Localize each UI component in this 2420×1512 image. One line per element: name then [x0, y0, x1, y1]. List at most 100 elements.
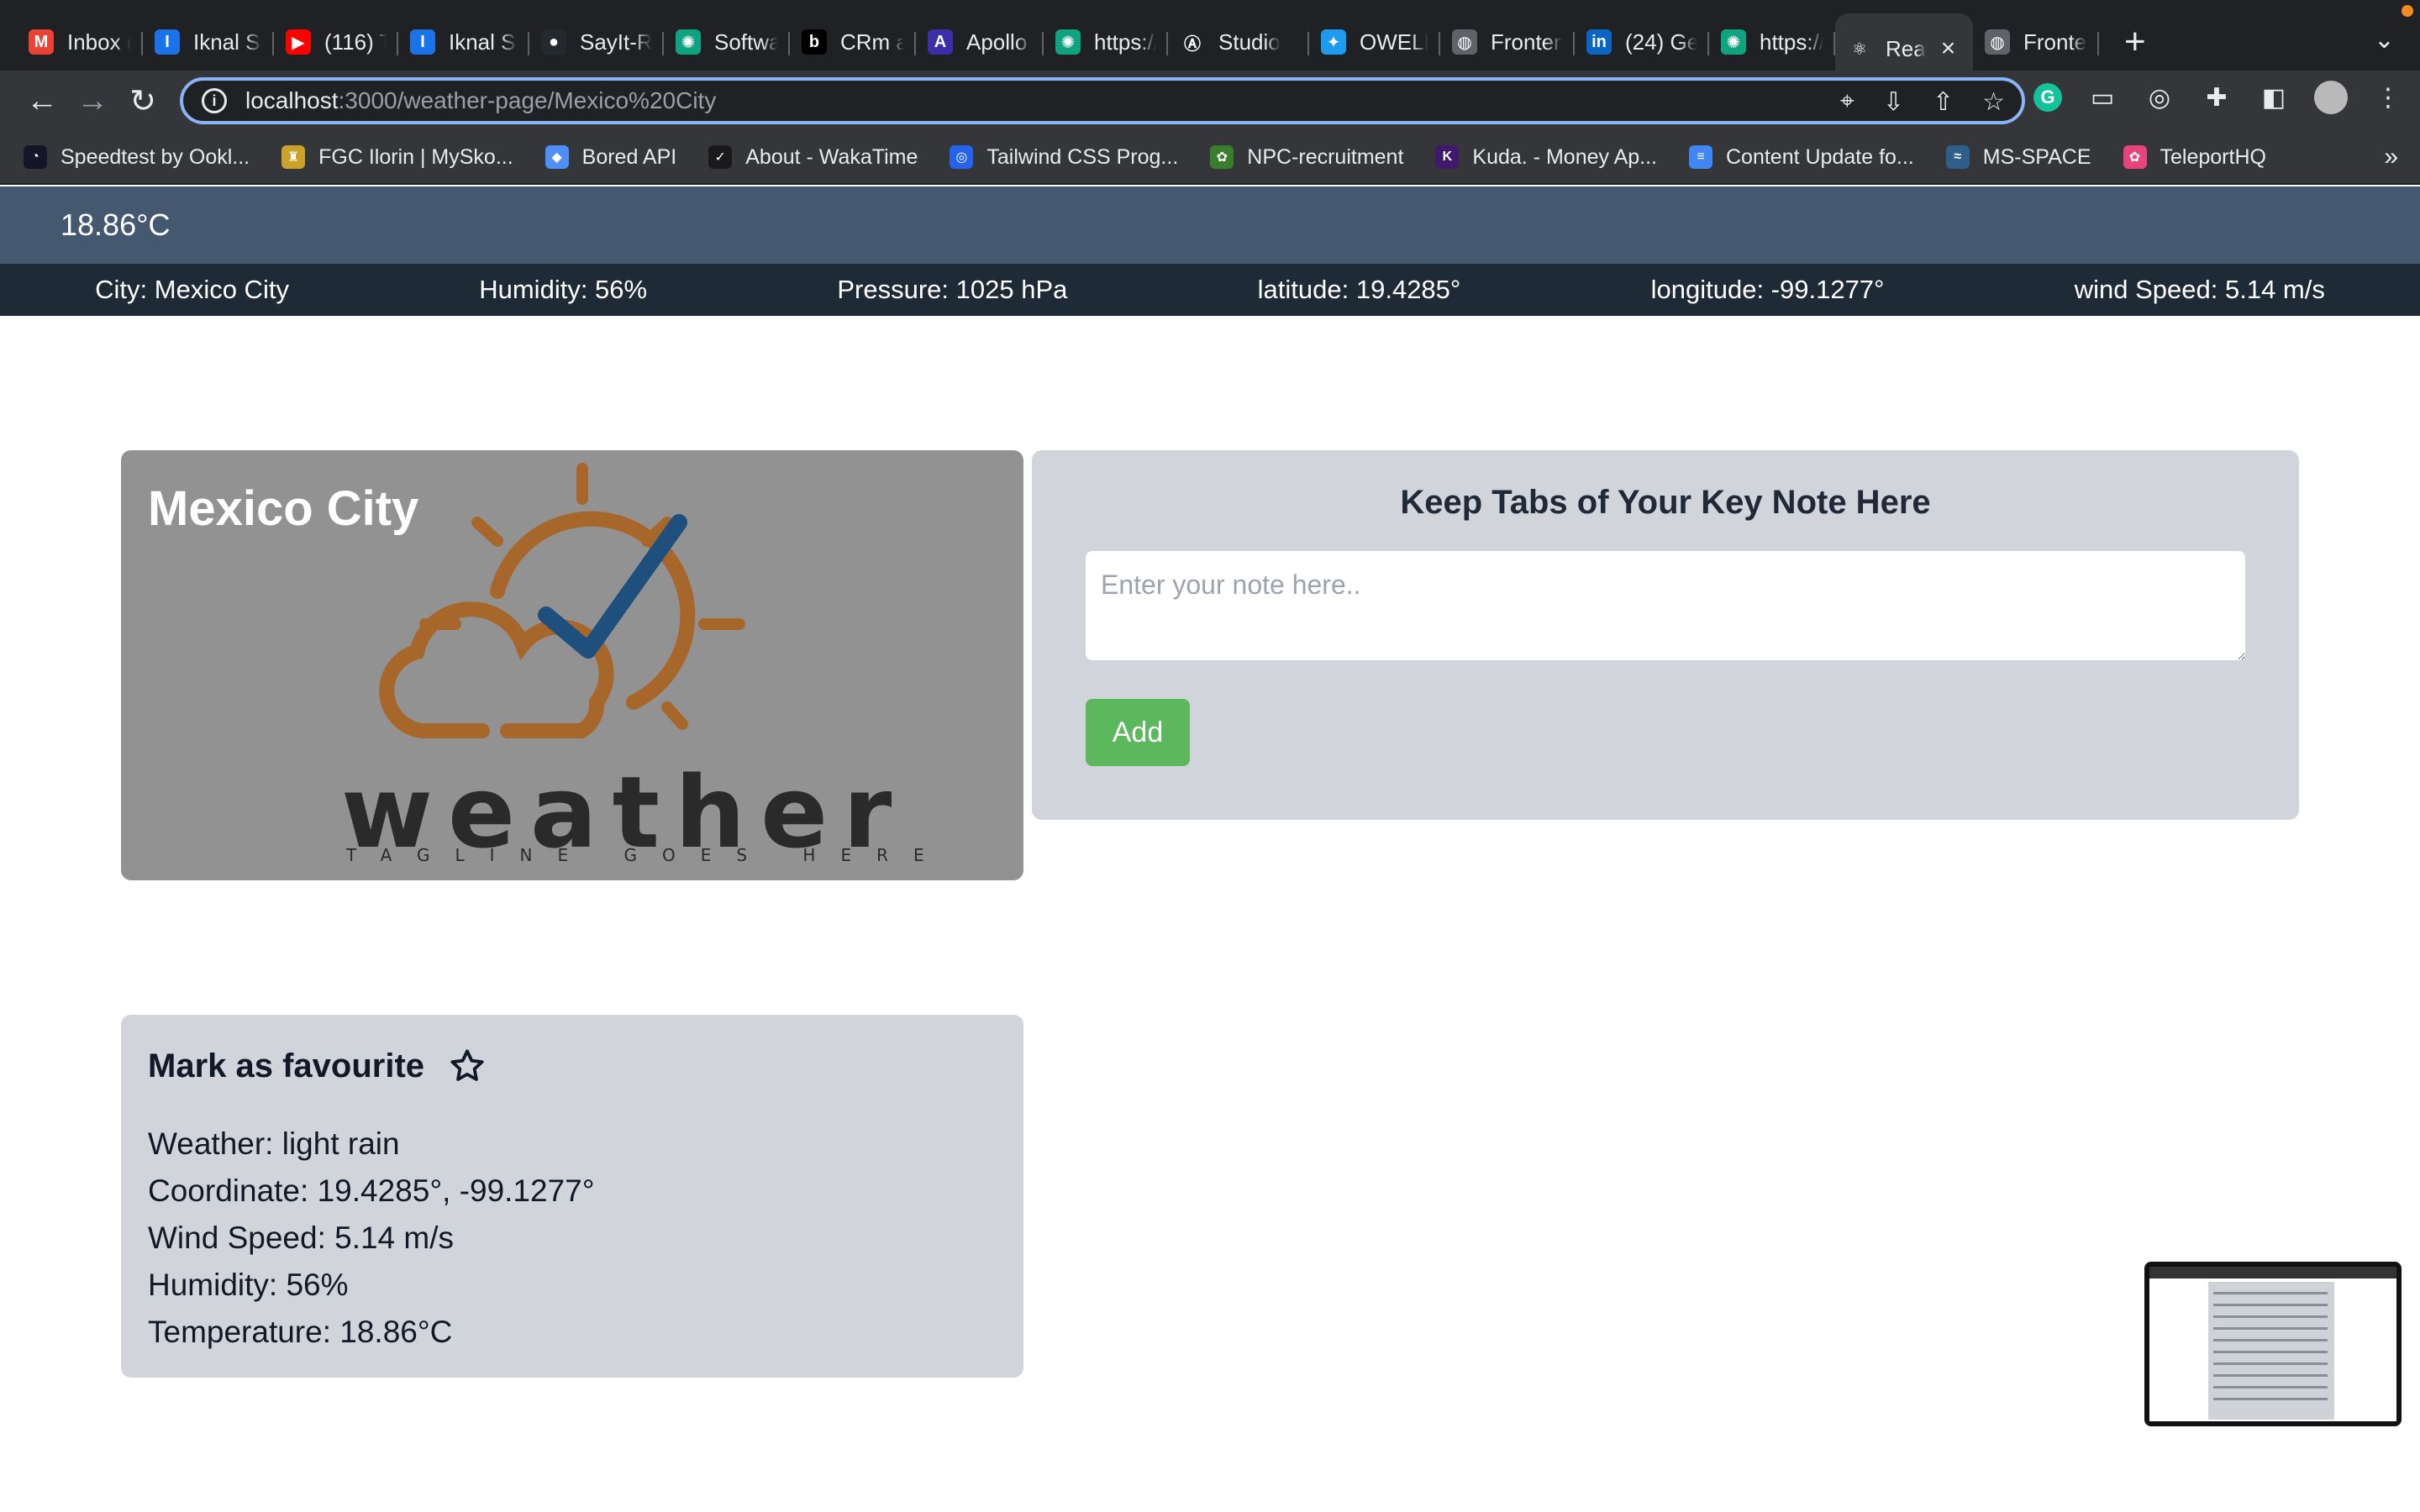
address-url[interactable]: localhost:3000/weather-page/Mexico%20Cit…: [245, 87, 716, 114]
profile-avatar[interactable]: [2314, 81, 2348, 114]
bookmark-item[interactable]: ✿ TeleportHQ: [2123, 145, 2266, 170]
tab-title: OWELL: [1360, 29, 1428, 55]
header-temperature: 18.86°C: [60, 207, 171, 242]
react-icon: ⚛: [1847, 36, 1872, 61]
share-icon[interactable]: ⇧: [1933, 87, 1954, 117]
browser-tab[interactable]: ✺ https://: [1709, 10, 1835, 74]
logo-tagline: TAGLINE GOES HERE: [346, 845, 950, 865]
bookmark-label: Content Update fo...: [1726, 144, 1914, 169]
tab-search-chevron-icon[interactable]: ⌄: [2374, 25, 2395, 55]
browser-menu-icon[interactable]: ⋮: [2371, 81, 2405, 114]
browser-tab[interactable]: I Iknal Se: [398, 10, 529, 74]
check-mark: [538, 514, 687, 659]
chatgpt-icon: ✺: [1721, 29, 1746, 55]
bookmark-label: About - WakaTime: [745, 144, 918, 169]
bookmark-item[interactable]: ◔ Speedtest by Ookl...: [24, 145, 250, 170]
bookmark-label: Kuda. - Money Ap...: [1472, 144, 1657, 169]
add-note-button[interactable]: Add: [1086, 699, 1190, 766]
youtube-icon: ▶: [286, 29, 311, 55]
bookmark-favicon-icon: ✓: [708, 145, 733, 169]
bookmark-item[interactable]: K Kuda. - Money Ap...: [1435, 145, 1657, 170]
browser-tab[interactable]: A Apollo :: [916, 10, 1044, 74]
bookmark-star-icon[interactable]: ☆: [1982, 87, 2005, 117]
bookmark-item[interactable]: ✓ About - WakaTime: [708, 145, 918, 170]
bookmark-item[interactable]: ≈ MS-SPACE: [1945, 145, 2091, 170]
bookmark-item[interactable]: ≡ Content Update fo...: [1689, 145, 1914, 170]
side-panel-icon[interactable]: ◧: [2257, 81, 2291, 114]
bookmark-item[interactable]: ✿ NPC-recruitment: [1210, 145, 1403, 170]
bookmark-favicon-icon: ≡: [1689, 145, 1712, 169]
tab-title: Studio: [1218, 29, 1281, 55]
browser-tab[interactable]: ✺ https://: [1044, 10, 1168, 74]
chatgpt-icon: ✺: [676, 29, 701, 55]
info-pressure: Pressure: 1025 hPa: [837, 275, 1068, 304]
browser-tab[interactable]: ✦ OWELL: [1309, 10, 1440, 74]
close-tab-icon[interactable]: ×: [1941, 34, 1956, 63]
bookmark-favicon-icon: ◆: [544, 145, 569, 169]
target-extension-icon[interactable]: ◎: [2143, 81, 2176, 114]
fav-weather: Weather: light rain: [148, 1126, 400, 1161]
video-extension-icon[interactable]: ▭: [2086, 81, 2119, 114]
browser-tab[interactable]: ◍ Fronten: [1973, 10, 2099, 74]
sun-ray: [471, 517, 503, 547]
browser-tab[interactable]: b CRm ap: [790, 10, 916, 74]
tab-title: Fronten: [1491, 29, 1563, 55]
install-app-icon[interactable]: ⇩: [1883, 87, 1904, 117]
tab-title: Iknal Se: [193, 29, 262, 55]
bookmark-item[interactable]: ◆ Bored API: [544, 144, 677, 170]
bookmark-label: Bored API: [581, 144, 677, 169]
bookmark-label: TeleportHQ: [2160, 144, 2266, 169]
globe-icon: ◍: [1452, 29, 1477, 55]
fav-humidity: Humidity: 56%: [148, 1268, 349, 1302]
bookmark-item[interactable]: ◎ Tailwind CSS Prog...: [950, 145, 1178, 170]
favourite-title: Mark as favourite: [148, 1047, 425, 1084]
globe-icon: ◍: [1985, 29, 2010, 55]
update-indicator-dot: [2402, 5, 2413, 17]
browser-tab[interactable]: ◍ Fronten: [1440, 10, 1575, 74]
browser-tab[interactable]: M Inbox (: [17, 10, 143, 74]
browser-tab[interactable]: I Iknal Se: [143, 10, 274, 74]
reload-button[interactable]: ↻: [118, 76, 168, 126]
back-button[interactable]: ←: [17, 76, 67, 126]
browser-tab[interactable]: ● SayIt-R: [529, 10, 664, 74]
bookmark-favicon-icon: ♜: [281, 145, 306, 169]
tab-title: (24) Ge: [1625, 29, 1697, 55]
hero-city-name: Mexico City: [148, 481, 419, 536]
address-bar[interactable]: i localhost:3000/weather-page/Mexico%20C…: [180, 77, 2025, 124]
extensions-puzzle-icon[interactable]: ✚: [2200, 81, 2233, 114]
new-tab-button[interactable]: +: [2124, 24, 2146, 60]
bookmarks-bar: ◔ Speedtest by Ookl... ♜ FGC Ilorin | MySko…: [0, 131, 2420, 185]
bookmark-label: Speedtest by Ookl...: [60, 144, 250, 169]
info-wind-speed: wind Speed: 5.14 m/s: [2074, 275, 2325, 304]
more-bookmarks-icon[interactable]: »: [2384, 143, 2398, 171]
browser-tab[interactable]: Ⓐ Studio: [1168, 10, 1309, 74]
fav-wind-speed: Wind Speed: 5.14 m/s: [148, 1221, 455, 1255]
tab-title: CRm ap: [840, 29, 904, 55]
browser-tab[interactable]: in (24) Ge: [1575, 10, 1709, 74]
city-hero-card: Mexico City weather TAGLINE GOES HERE: [121, 450, 1023, 880]
tab-title: Apollo :: [966, 29, 1032, 55]
tab-title: https://: [1760, 29, 1823, 55]
linkedin-icon: in: [1586, 29, 1612, 55]
screen-share-thumbnail[interactable]: [2144, 1262, 2402, 1426]
tab-title: Softwar: [714, 29, 778, 55]
chatgpt-icon: ✺: [1055, 29, 1081, 55]
browser-tab[interactable]: ✺ Softwar: [664, 10, 790, 74]
info-city: City: Mexico City: [95, 275, 289, 304]
note-input[interactable]: [1086, 551, 2245, 660]
tab-title: (116) Th: [324, 29, 387, 55]
grammarly-extension-icon[interactable]: G: [2033, 83, 2062, 112]
bookmark-favicon-icon: ✿: [2123, 145, 2147, 169]
location-pin-icon[interactable]: ⌖: [1840, 87, 1854, 117]
forward-button[interactable]: →: [67, 76, 118, 126]
favourite-card: Mark as favourite Weather: light rain Co…: [121, 1015, 1023, 1378]
tab-title: Inbox (: [67, 29, 131, 55]
tab-title: Rea: [1886, 35, 1926, 61]
star-icon[interactable]: [448, 1047, 487, 1085]
sun-ray: [661, 701, 688, 730]
bookmark-favicon-icon: ≈: [1945, 145, 1970, 169]
bookmark-item[interactable]: ♜ FGC Ilorin | MySko...: [281, 145, 513, 170]
bookmark-label: FGC Ilorin | MySko...: [318, 144, 513, 169]
browser-tab[interactable]: ▶ (116) Th: [274, 10, 398, 74]
site-info-icon[interactable]: i: [202, 88, 227, 113]
